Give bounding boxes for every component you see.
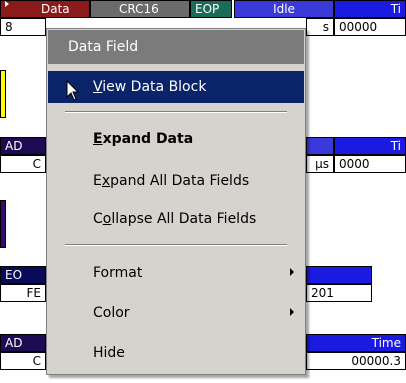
value-cell-idle-2[interactable]: µs — [306, 155, 334, 173]
menu-title: Data Field — [48, 30, 304, 64]
menu-item-label: iew Data Block — [102, 79, 207, 95]
value-cell-3[interactable]: FE — [0, 284, 46, 302]
header-ad[interactable]: AD — [0, 137, 46, 155]
submenu-arrow-icon — [290, 268, 294, 276]
yellow-marker — [0, 70, 6, 118]
expand-triangle-icon[interactable] — [5, 1, 9, 7]
header-ad-4[interactable]: AD — [0, 334, 46, 352]
menu-item-color[interactable]: Color — [48, 297, 304, 329]
submenu-arrow-icon — [290, 308, 294, 316]
mnemonic-v: V — [93, 79, 103, 95]
menu-item-format[interactable]: Format — [48, 257, 304, 289]
value-cell-2[interactable]: C — [0, 155, 46, 173]
header-data[interactable]: Data — [0, 0, 90, 18]
header-time-4[interactable]: Time — [306, 334, 406, 352]
menu-item-hide[interactable]: Hide — [48, 337, 304, 369]
value-cell-time[interactable]: 00000 — [334, 18, 406, 36]
menu-item-view-data-block[interactable]: View Data Block — [48, 71, 304, 103]
purple-marker — [0, 200, 6, 248]
value-cell-4[interactable]: C — [0, 352, 46, 370]
menu-item-expand-all[interactable]: Expand All Data Fields — [48, 165, 304, 197]
menu-separator-2 — [65, 244, 287, 246]
header-time[interactable]: Ti — [334, 0, 406, 18]
value-cell-time-4[interactable]: 00000.3 — [306, 352, 406, 370]
value-cell[interactable]: 8 — [0, 18, 46, 36]
arrow-pointer-icon — [66, 80, 80, 101]
header-crc16[interactable]: CRC16 — [90, 0, 190, 18]
value-cell-mid-3[interactable]: 201 — [306, 284, 372, 302]
menu-separator — [65, 111, 287, 113]
header-idle[interactable]: Idle — [234, 0, 334, 18]
menu-item-expand-data[interactable]: Expand Data — [48, 123, 304, 155]
context-menu: Data Field View Data Block Expand Data E… — [46, 28, 306, 375]
header-eop[interactable]: EOP — [190, 0, 232, 18]
value-cell-time-2[interactable]: 0000 — [334, 155, 406, 173]
header-idle-2[interactable] — [306, 137, 334, 155]
menu-item-collapse-all[interactable]: Collapse All Data Fields — [48, 203, 304, 235]
header-eo[interactable]: EO — [0, 266, 46, 284]
header-time-2[interactable]: Ti — [334, 137, 406, 155]
value-cell-idle[interactable]: s — [306, 18, 334, 36]
header-blue-3[interactable] — [306, 266, 372, 284]
